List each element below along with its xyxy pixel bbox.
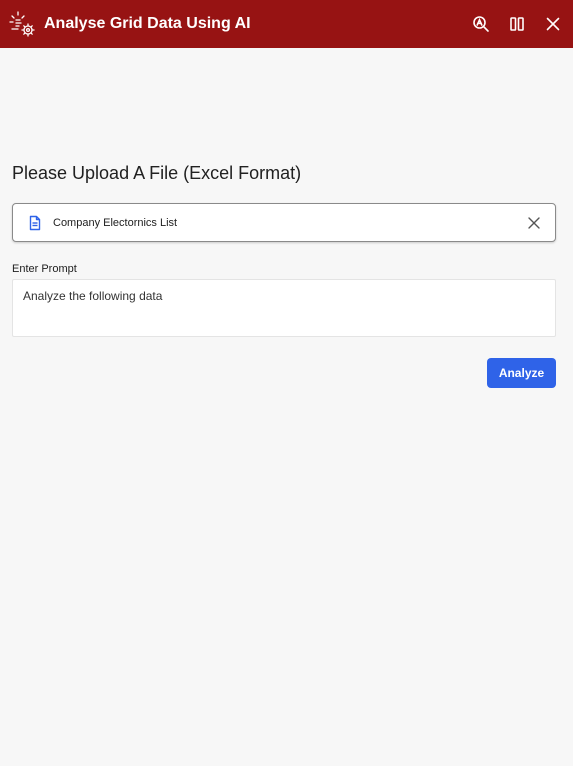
uploaded-file-chip[interactable]: Company Electornics List xyxy=(12,203,556,242)
window-title: Analyse Grid Data Using AI xyxy=(44,15,251,32)
prompt-input[interactable]: Analyze the following data xyxy=(12,279,556,337)
zoom-ai-icon[interactable] xyxy=(469,12,493,36)
remove-file-icon[interactable] xyxy=(526,215,542,231)
columns-icon[interactable] xyxy=(505,12,529,36)
prompt-label: Enter Prompt xyxy=(12,263,77,275)
close-icon[interactable] xyxy=(541,12,565,36)
document-icon xyxy=(27,215,43,231)
upload-heading: Please Upload A File (Excel Format) xyxy=(12,163,302,183)
ai-analytics-icon xyxy=(8,9,38,39)
file-name: Company Electornics List xyxy=(53,217,178,229)
analyze-button[interactable]: Analyze xyxy=(487,358,556,388)
title-bar: Analyse Grid Data Using AI xyxy=(0,0,573,48)
